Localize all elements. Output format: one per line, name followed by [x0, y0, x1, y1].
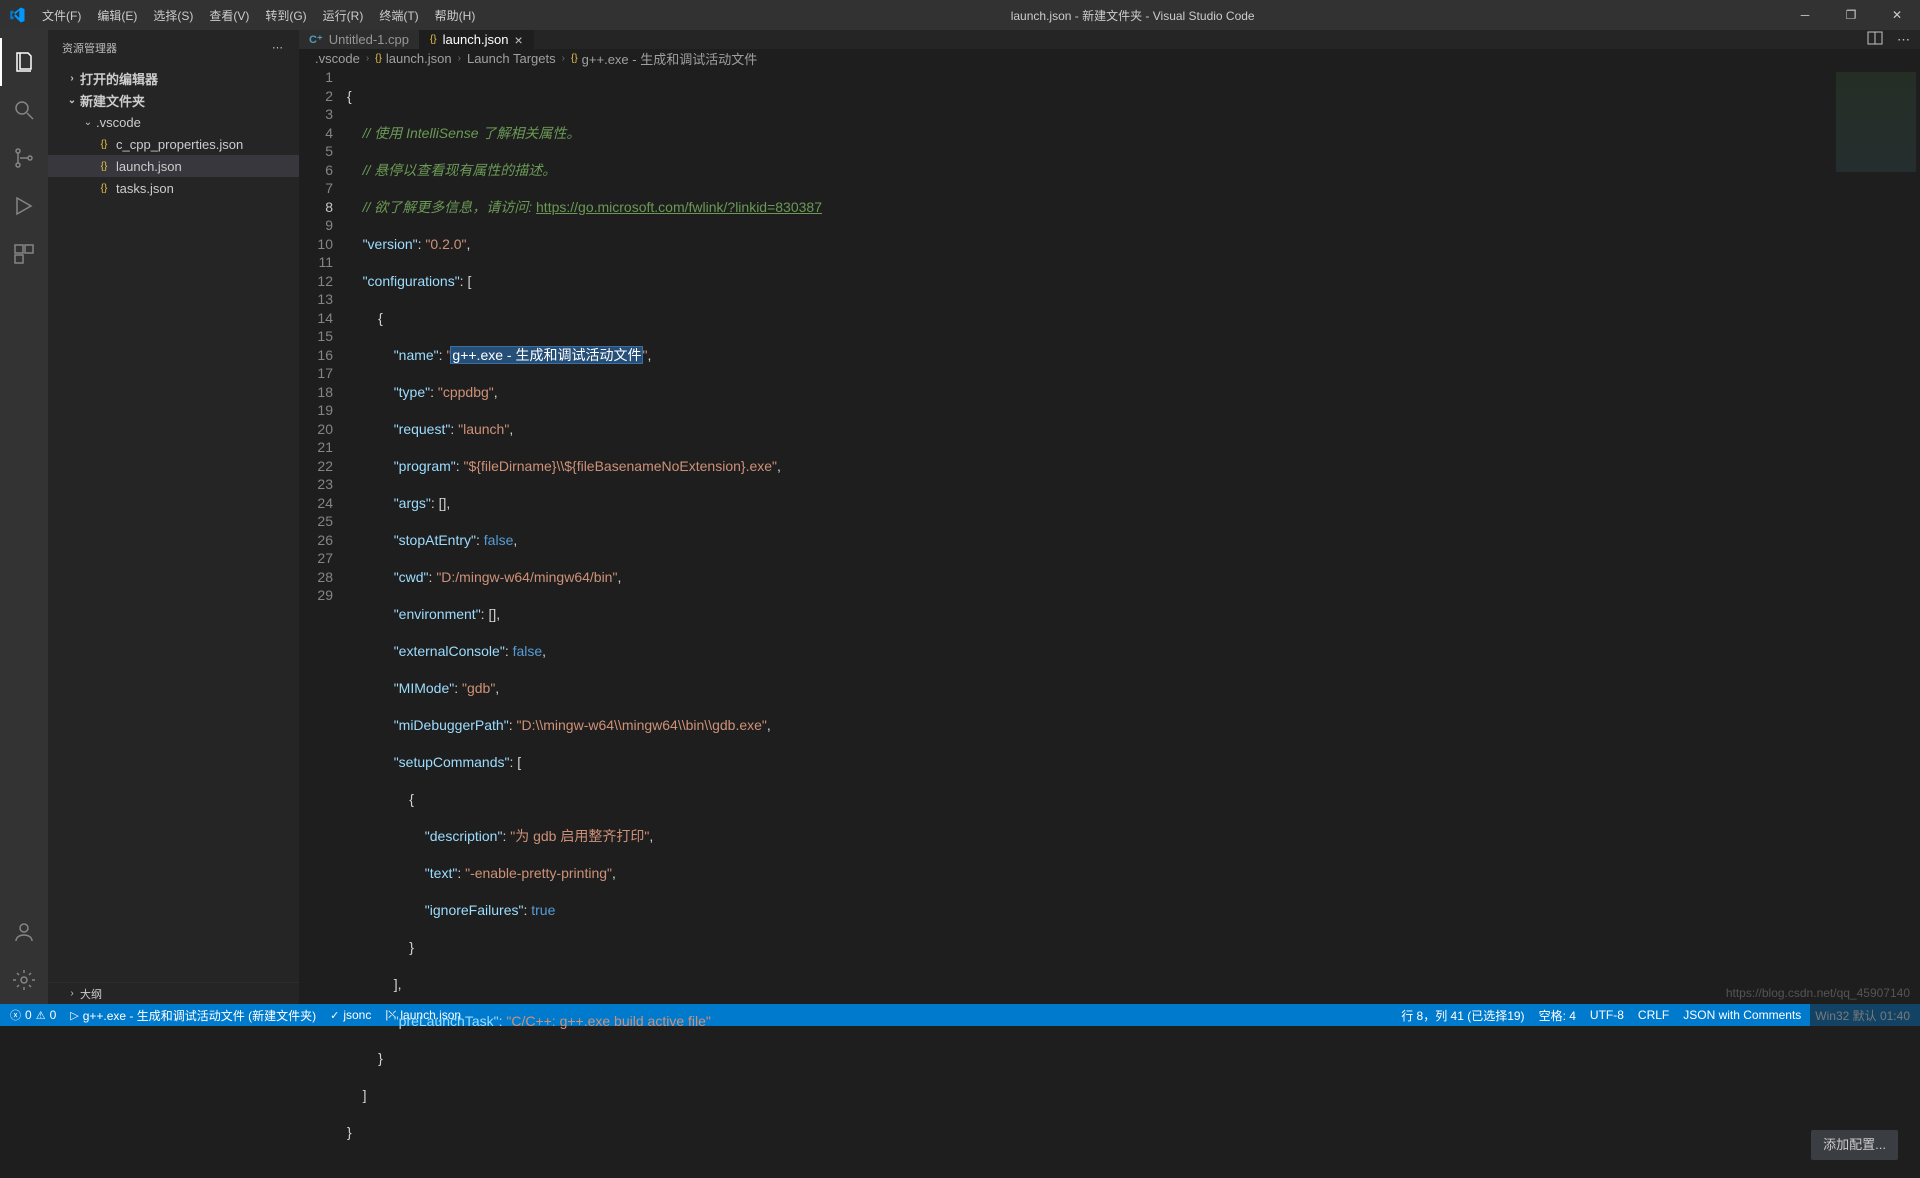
status-build-target[interactable]: ▷g++.exe - 生成和调试活动文件 (新建文件夹) — [70, 1007, 316, 1024]
menu-go[interactable]: 转到(G) — [257, 3, 314, 28]
minimize-button[interactable]: ─ — [1782, 0, 1828, 30]
activity-bar — [0, 30, 48, 1004]
json-icon: {} — [96, 180, 112, 196]
activity-explorer[interactable] — [0, 38, 48, 86]
account-icon — [12, 920, 36, 944]
chevron-right-icon: › — [64, 73, 80, 84]
file-tree: ›打开的编辑器 ⌄新建文件夹 ⌄.vscode {}c_cpp_properti… — [48, 65, 299, 982]
main: 资源管理器 ⋯ ›打开的编辑器 ⌄新建文件夹 ⌄.vscode {}c_cpp_… — [0, 30, 1920, 1004]
editor-tabs: C⁺ Untitled-1.cpp {} launch.json × ⋯ — [299, 30, 1920, 49]
sidebar-header: 资源管理器 ⋯ — [48, 30, 299, 65]
watermark-text: https://blog.csdn.net/qq_45907140 — [1726, 986, 1910, 1000]
menu-run[interactable]: 运行(R) — [315, 3, 372, 28]
breadcrumb-folder[interactable]: .vscode — [315, 51, 360, 66]
menu-help[interactable]: 帮助(H) — [427, 3, 484, 28]
sidebar-explorer: 资源管理器 ⋯ ›打开的编辑器 ⌄新建文件夹 ⌄.vscode {}c_cpp_… — [48, 30, 299, 1004]
split-editor-icon[interactable] — [1867, 30, 1883, 49]
json-icon: {} — [375, 53, 382, 64]
file-c-cpp-properties[interactable]: {}c_cpp_properties.json — [48, 133, 299, 155]
status-problems[interactable]: ⓧ0⚠0 — [10, 1007, 56, 1023]
breadcrumb-section[interactable]: Launch Targets — [467, 51, 556, 66]
gear-icon — [12, 968, 36, 992]
error-icon: ⓧ — [10, 1007, 21, 1023]
play-icon: ▷ — [70, 1009, 78, 1022]
menu-file[interactable]: 文件(F) — [34, 3, 89, 28]
menu-selection[interactable]: 选择(S) — [145, 3, 201, 28]
activity-accounts[interactable] — [0, 908, 48, 956]
json-icon: {} — [571, 53, 578, 64]
section-folder-root[interactable]: ⌄新建文件夹 — [48, 89, 299, 111]
section-opened-editors[interactable]: ›打开的编辑器 — [48, 67, 299, 89]
breadcrumb-symbol[interactable]: g++.exe - 生成和调试活动文件 — [582, 49, 758, 68]
minimap[interactable] — [1810, 68, 1920, 1178]
chevron-right-icon: › — [64, 988, 80, 999]
chevron-right-icon: › — [456, 53, 463, 64]
close-button[interactable]: ✕ — [1874, 0, 1920, 30]
code-content[interactable]: { // 使用 IntelliSense 了解相关属性。 // 悬停以查看现有属… — [347, 68, 1920, 1178]
menu-terminal[interactable]: 终端(T) — [371, 3, 426, 28]
source-control-icon — [12, 146, 36, 170]
vscode-logo-icon — [8, 6, 26, 24]
extensions-icon — [12, 242, 36, 266]
activity-search[interactable] — [0, 86, 48, 134]
files-icon — [12, 50, 36, 74]
menu-view[interactable]: 查看(V) — [201, 3, 257, 28]
json-icon: {} — [96, 158, 112, 174]
activity-scm[interactable] — [0, 134, 48, 182]
warning-icon: ⚠ — [36, 1009, 46, 1022]
add-configuration-button[interactable]: 添加配置... — [1811, 1130, 1898, 1161]
json-icon: {} — [430, 34, 437, 45]
close-icon[interactable]: × — [514, 32, 522, 48]
chevron-right-icon: › — [364, 53, 371, 64]
activity-extensions[interactable] — [0, 230, 48, 278]
titlebar: 文件(F) 编辑(E) 选择(S) 查看(V) 转到(G) 运行(R) 终端(T… — [0, 0, 1920, 30]
window-title: launch.json - 新建文件夹 - Visual Studio Code — [483, 7, 1782, 24]
tab-launch-json[interactable]: {} launch.json × — [420, 30, 534, 49]
search-icon — [12, 98, 36, 122]
breadcrumb-file[interactable]: launch.json — [386, 51, 452, 66]
menu-edit[interactable]: 编辑(E) — [89, 3, 145, 28]
menu-bar: 文件(F) 编辑(E) 选择(S) 查看(V) 转到(G) 运行(R) 终端(T… — [34, 3, 483, 28]
activity-run[interactable] — [0, 182, 48, 230]
sidebar-more-icon[interactable]: ⋯ — [272, 41, 285, 54]
sidebar-title: 资源管理器 — [62, 40, 117, 56]
editor-group: C⁺ Untitled-1.cpp {} launch.json × ⋯ .vs… — [299, 30, 1920, 1004]
play-bug-icon — [12, 194, 36, 218]
tab-untitled-cpp[interactable]: C⁺ Untitled-1.cpp — [299, 30, 420, 49]
chevron-down-icon: ⌄ — [64, 95, 80, 106]
line-gutter: 1234567891011121314151617181920212223242… — [299, 68, 347, 1178]
window-controls: ─ ❐ ✕ — [1782, 0, 1920, 30]
code-editor[interactable]: 1234567891011121314151617181920212223242… — [299, 68, 1920, 1178]
file-tasks-json[interactable]: {}tasks.json — [48, 177, 299, 199]
cpp-icon: C⁺ — [309, 33, 323, 46]
section-outline[interactable]: ›大纲 — [48, 982, 299, 1004]
file-launch-json[interactable]: {}launch.json — [48, 155, 299, 177]
chevron-down-icon: ⌄ — [80, 117, 96, 128]
maximize-button[interactable]: ❐ — [1828, 0, 1874, 30]
chevron-right-icon: › — [560, 53, 567, 64]
activity-settings[interactable] — [0, 956, 48, 1004]
json-icon: {} — [96, 136, 112, 152]
more-icon[interactable]: ⋯ — [1897, 32, 1910, 48]
breadcrumbs[interactable]: .vscode › {} launch.json › Launch Target… — [299, 49, 1920, 68]
folder-vscode[interactable]: ⌄.vscode — [48, 111, 299, 133]
